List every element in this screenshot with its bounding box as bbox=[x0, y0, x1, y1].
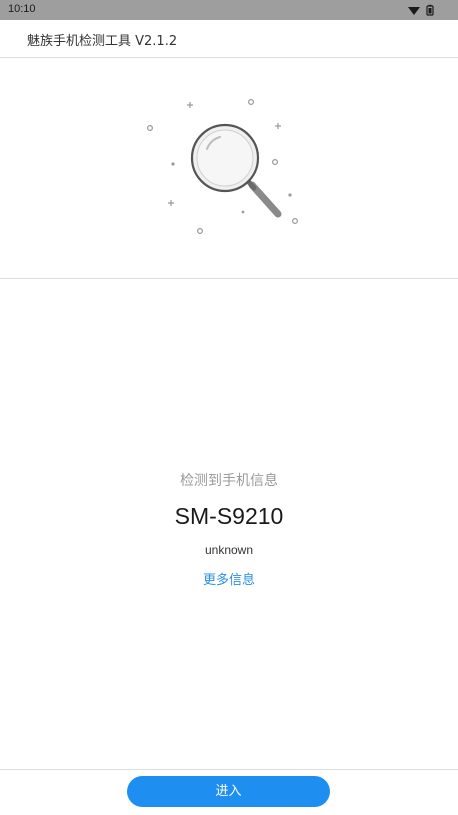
app-screen: 10:10 魅族手机检测工具 V2.1.2 检测到手机信息 SM-S9210 u… bbox=[0, 0, 458, 815]
battery-icon bbox=[426, 4, 434, 16]
app-header: 魅族手机检测工具 V2.1.2 bbox=[0, 20, 458, 58]
status-bar: 10:10 bbox=[0, 0, 458, 20]
device-model: SM-S9210 bbox=[174, 503, 284, 529]
bottom-divider bbox=[0, 769, 458, 770]
device-subtitle: unknown bbox=[204, 543, 254, 557]
app-title: 魅族手机检测工具 V2.1.2 bbox=[27, 34, 178, 49]
detected-info-label: 检测到手机信息 bbox=[180, 473, 278, 489]
magnifier-icon bbox=[146, 98, 299, 235]
wifi-icon bbox=[408, 7, 420, 15]
illustration-panel bbox=[0, 58, 458, 279]
more-info-link[interactable]: 更多信息 bbox=[0, 569, 458, 588]
magnifier-glass bbox=[190, 123, 282, 218]
status-time: 10:10 bbox=[8, 3, 36, 15]
status-icons bbox=[408, 4, 434, 16]
enter-button[interactable]: 进入 bbox=[127, 776, 330, 807]
